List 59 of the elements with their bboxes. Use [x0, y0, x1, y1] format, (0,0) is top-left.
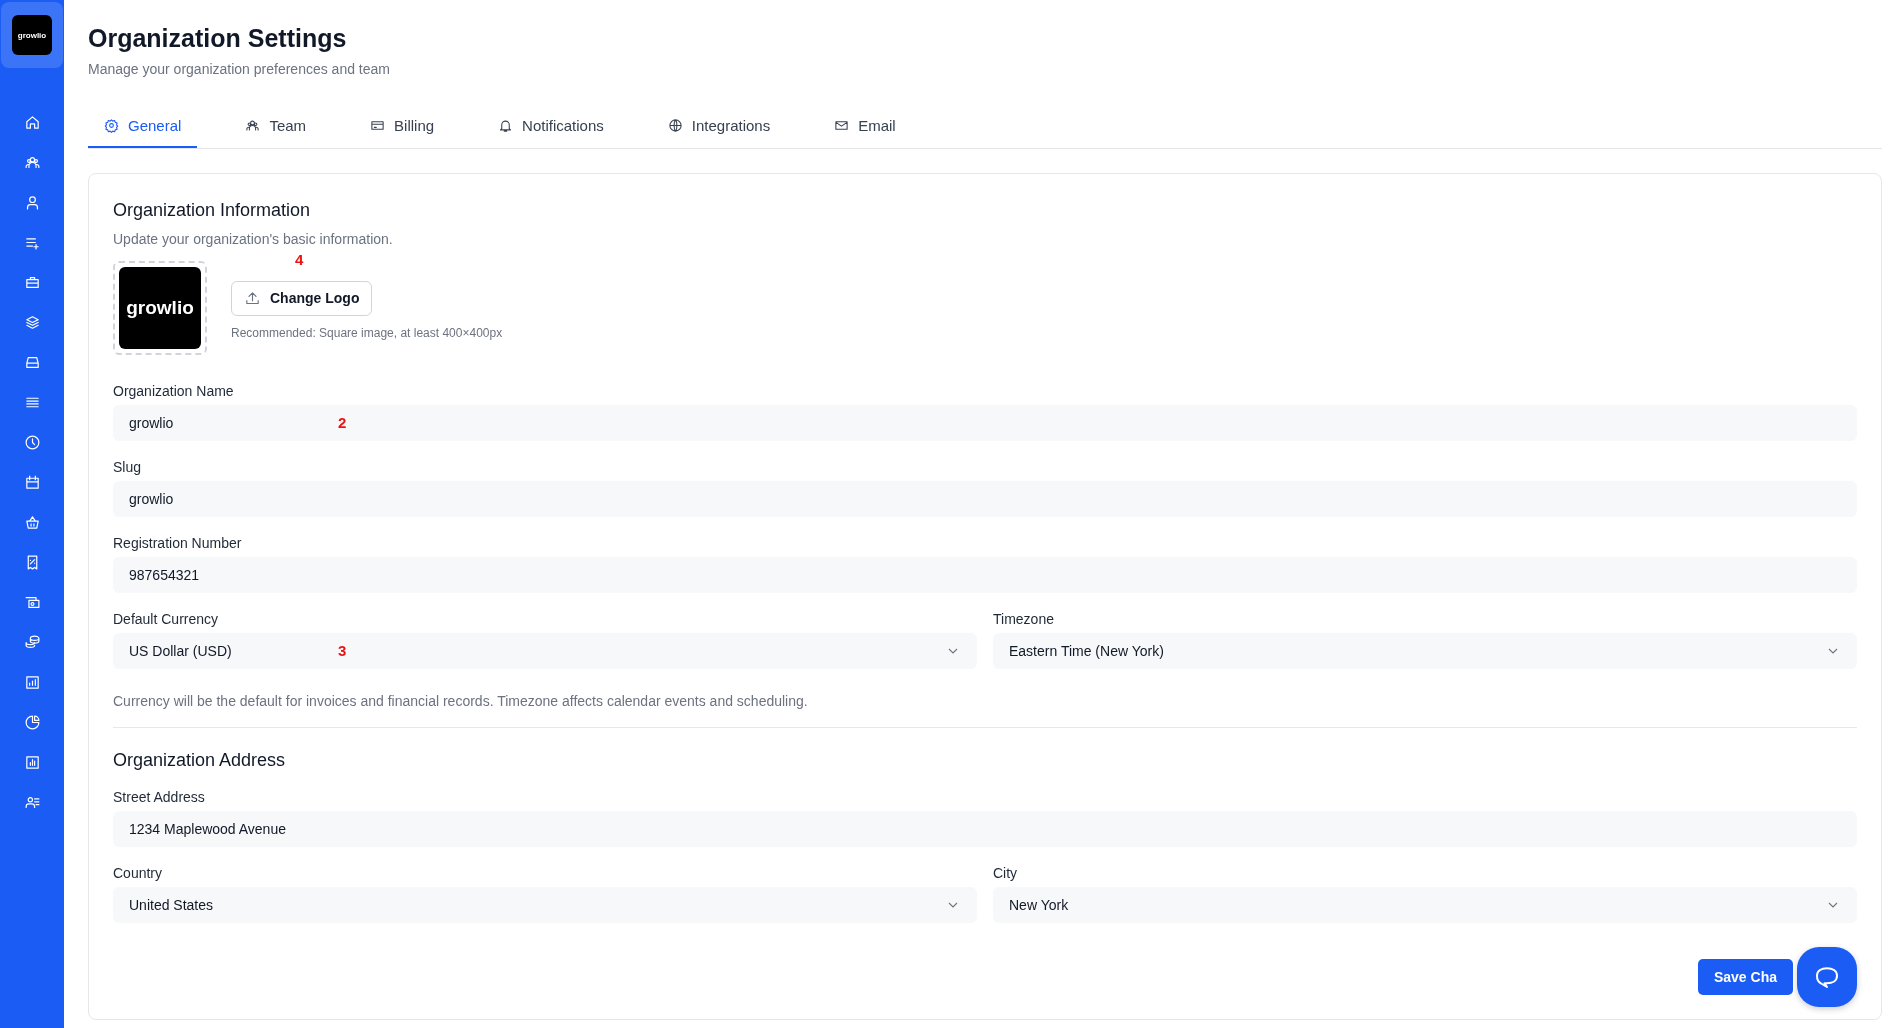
bell-icon [498, 118, 514, 133]
field-label: Registration Number [113, 535, 243, 551]
annotation-number: 2 [338, 414, 347, 431]
logo: growlio [119, 267, 201, 349]
page-subtitle: Manage your organization preferences and team [88, 61, 391, 77]
upload-icon [244, 289, 261, 307]
layers-icon[interactable] [23, 314, 41, 331]
save-button[interactable]: Save Cha [1697, 959, 1793, 995]
tab[interactable]: Email [818, 117, 912, 148]
field-label: Timezone [993, 611, 1055, 627]
briefcase-icon[interactable] [23, 274, 41, 291]
field-label: Slug [113, 459, 143, 475]
help-text: Currency will be the default for invoices and financial records. Timezone affects calendar events and scheduling. [113, 693, 809, 709]
input-field[interactable]: 987654321 [113, 557, 1857, 593]
select-field[interactable]: Eastern Time (New York) [993, 633, 1857, 669]
card-icon [370, 118, 386, 133]
basket-icon[interactable] [23, 514, 41, 531]
tab[interactable]: General [88, 117, 198, 148]
logo: growlio [12, 15, 52, 55]
field-label: Street Address [113, 789, 206, 805]
page-title: Organization Settings [88, 24, 348, 53]
logo-hint: Recommended: Square image, at least 400×400px [231, 325, 503, 340]
chat-button[interactable] [1797, 947, 1857, 1007]
annotation-number: 3 [338, 642, 347, 659]
home-icon[interactable] [23, 114, 41, 131]
globe-icon [667, 118, 683, 133]
input-field[interactable]: growlio [113, 481, 1857, 517]
section-title: Organization Information [113, 200, 312, 221]
select-field[interactable]: New York [993, 887, 1857, 923]
input-field[interactable]: growlio 2 [113, 405, 1857, 441]
change-logo-button[interactable]: Change Logo [231, 280, 373, 316]
coins-icon[interactable] [23, 634, 41, 651]
select-field[interactable]: US Dollar (USD) 3 [113, 633, 977, 669]
select-field[interactable]: United States [113, 887, 977, 923]
team-icon [245, 118, 261, 133]
team-icon[interactable] [23, 154, 41, 171]
field-label: Organization Name [113, 383, 235, 399]
field-label: City [993, 865, 1019, 881]
bar-chart-icon[interactable] [23, 754, 41, 771]
section-title: Organization Address [113, 750, 287, 771]
clock-icon[interactable] [23, 434, 41, 451]
tray-icon[interactable] [23, 354, 41, 371]
logo-tile[interactable]: growlio [1, 2, 63, 68]
calendar-icon[interactable] [23, 474, 41, 491]
tab[interactable]: Integrations [651, 117, 787, 148]
section-subtitle: Update your organization's basic information. [113, 231, 394, 247]
field-label: Default Currency [113, 611, 220, 627]
tab[interactable]: Notifications [482, 117, 620, 148]
annotation-number: 4 [295, 250, 304, 268]
mail-icon [834, 118, 850, 133]
gear-icon [104, 118, 119, 133]
tab[interactable]: Billing [354, 117, 451, 148]
user-list-icon[interactable] [23, 794, 41, 811]
cash-icon[interactable] [23, 594, 41, 611]
pie-chart-icon[interactable] [23, 714, 41, 731]
field-label: Country [113, 865, 164, 881]
input-field[interactable]: 1234 Maplewood Avenue [113, 811, 1857, 847]
chart-icon[interactable] [23, 674, 41, 691]
tab[interactable]: Team [229, 117, 323, 148]
